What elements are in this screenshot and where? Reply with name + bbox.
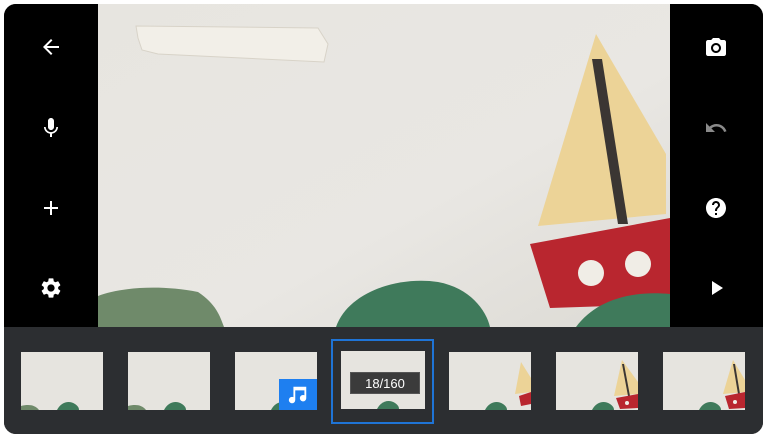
back-button[interactable] [31, 27, 71, 67]
help-button[interactable] [696, 188, 736, 228]
left-toolbar [4, 4, 98, 327]
stop-motion-app: 18/160 [4, 4, 763, 434]
right-toolbar [670, 4, 763, 327]
microphone-button[interactable] [31, 108, 71, 148]
camera-icon [706, 38, 726, 56]
frame-image [556, 352, 638, 410]
music-note-icon [288, 386, 307, 403]
frame-image [663, 352, 745, 410]
frame-thumbnail[interactable] [449, 352, 531, 410]
microphone-icon [44, 118, 58, 137]
play-icon [712, 281, 723, 295]
plus-icon [44, 201, 58, 215]
gear-icon [41, 278, 61, 298]
add-frame-button[interactable] [31, 188, 71, 228]
undo-icon [706, 123, 727, 132]
frame-thumbnail[interactable] [556, 352, 638, 410]
capture-button[interactable] [696, 27, 736, 67]
camera-preview[interactable] [98, 4, 670, 327]
audio-badge [279, 379, 317, 410]
frame-image [128, 352, 210, 410]
scene-preview-image [98, 4, 670, 327]
filmstrip[interactable]: 18/160 [4, 327, 763, 434]
frame-image [21, 352, 103, 410]
settings-button[interactable] [31, 268, 71, 308]
undo-button[interactable] [696, 108, 736, 148]
arrow-left-icon [43, 39, 59, 55]
frame-thumbnail[interactable] [663, 352, 745, 410]
frame-thumbnail-with-audio[interactable] [235, 352, 317, 410]
help-icon [706, 198, 726, 218]
frame-counter: 18/160 [350, 372, 420, 394]
frame-thumbnail[interactable] [21, 352, 103, 410]
frame-image [449, 352, 531, 410]
frame-thumbnail[interactable] [128, 352, 210, 410]
play-button[interactable] [696, 268, 736, 308]
